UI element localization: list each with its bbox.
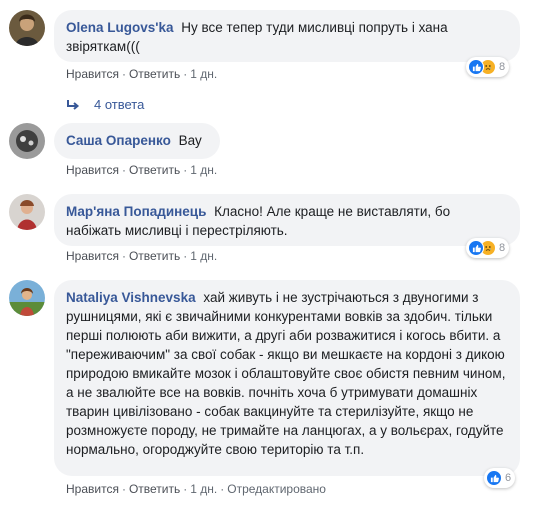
edited-label[interactable]: Отредактировано <box>227 482 326 496</box>
comment-author[interactable]: Nataliya Vishnevska <box>66 290 196 305</box>
like-link[interactable]: Нравится <box>66 249 119 263</box>
separator-dot: · <box>121 163 126 177</box>
separator-dot: · <box>121 482 126 496</box>
comment-author[interactable]: Мар'яна Попадинець <box>66 204 206 219</box>
like-icon <box>486 470 502 486</box>
separator-dot: · <box>183 163 188 177</box>
reaction-count: 8 <box>499 242 506 254</box>
separator-dot: · <box>183 482 188 496</box>
separator-dot: · <box>220 482 225 496</box>
reply-link[interactable]: Ответить <box>129 482 180 496</box>
reaction-count: 8 <box>499 61 506 73</box>
comment-actions: Нравится · Ответить · 1 дн. <box>66 163 217 177</box>
comment-text: Вау <box>178 133 202 148</box>
separator-dot: · <box>183 249 188 263</box>
reaction-count: 6 <box>505 472 512 484</box>
avatar[interactable] <box>9 280 45 316</box>
like-icon <box>468 240 484 256</box>
comment-author[interactable]: Olena Lugovs'ka <box>66 20 174 35</box>
view-replies-link[interactable]: 4 ответа <box>66 97 144 112</box>
replies-count-label: 4 ответа <box>94 97 145 112</box>
reply-arrow-icon <box>67 99 80 110</box>
reactions-summary[interactable]: 8 <box>466 57 510 77</box>
reply-link[interactable]: Ответить <box>129 249 180 263</box>
comment-author[interactable]: Саша Опаренко <box>66 133 171 148</box>
comment-bubble: Olena Lugovs'ka Ну все тепер туди мислив… <box>54 10 520 62</box>
reactions-summary[interactable]: 6 <box>484 468 516 488</box>
reactions-summary[interactable]: 8 <box>466 238 510 258</box>
like-icon <box>468 59 484 75</box>
comment-actions: Нравится · Ответить · 1 дн. <box>66 249 217 263</box>
comment-text: хай живуть і не зустрічаються з двуногим… <box>66 290 506 457</box>
reply-link[interactable]: Ответить <box>129 67 180 81</box>
like-link[interactable]: Нравится <box>66 67 119 81</box>
timestamp[interactable]: 1 дн. <box>190 163 217 177</box>
separator-dot: · <box>121 67 126 81</box>
comment-bubble: Мар'яна Попадинець Класно! Але краще не … <box>54 194 520 246</box>
comment-actions: Нравится · Ответить · 1 дн. <box>66 67 217 81</box>
like-link[interactable]: Нравится <box>66 482 119 496</box>
timestamp[interactable]: 1 дн. <box>190 249 217 263</box>
timestamp[interactable]: 1 дн. <box>190 67 217 81</box>
comment-actions: Нравится · Ответить · 1 дн. · Отредактировано <box>66 482 326 496</box>
like-link[interactable]: Нравится <box>66 163 119 177</box>
comment-bubble: Саша Опаренко Вау <box>54 123 220 159</box>
reply-link[interactable]: Ответить <box>129 163 180 177</box>
separator-dot: · <box>183 67 188 81</box>
avatar[interactable] <box>9 10 45 46</box>
timestamp[interactable]: 1 дн. <box>190 482 217 496</box>
separator-dot: · <box>121 249 126 263</box>
avatar[interactable] <box>9 123 45 159</box>
comment-bubble: Nataliya Vishnevska хай живуть і не зуст… <box>54 280 520 476</box>
avatar[interactable] <box>9 194 45 230</box>
